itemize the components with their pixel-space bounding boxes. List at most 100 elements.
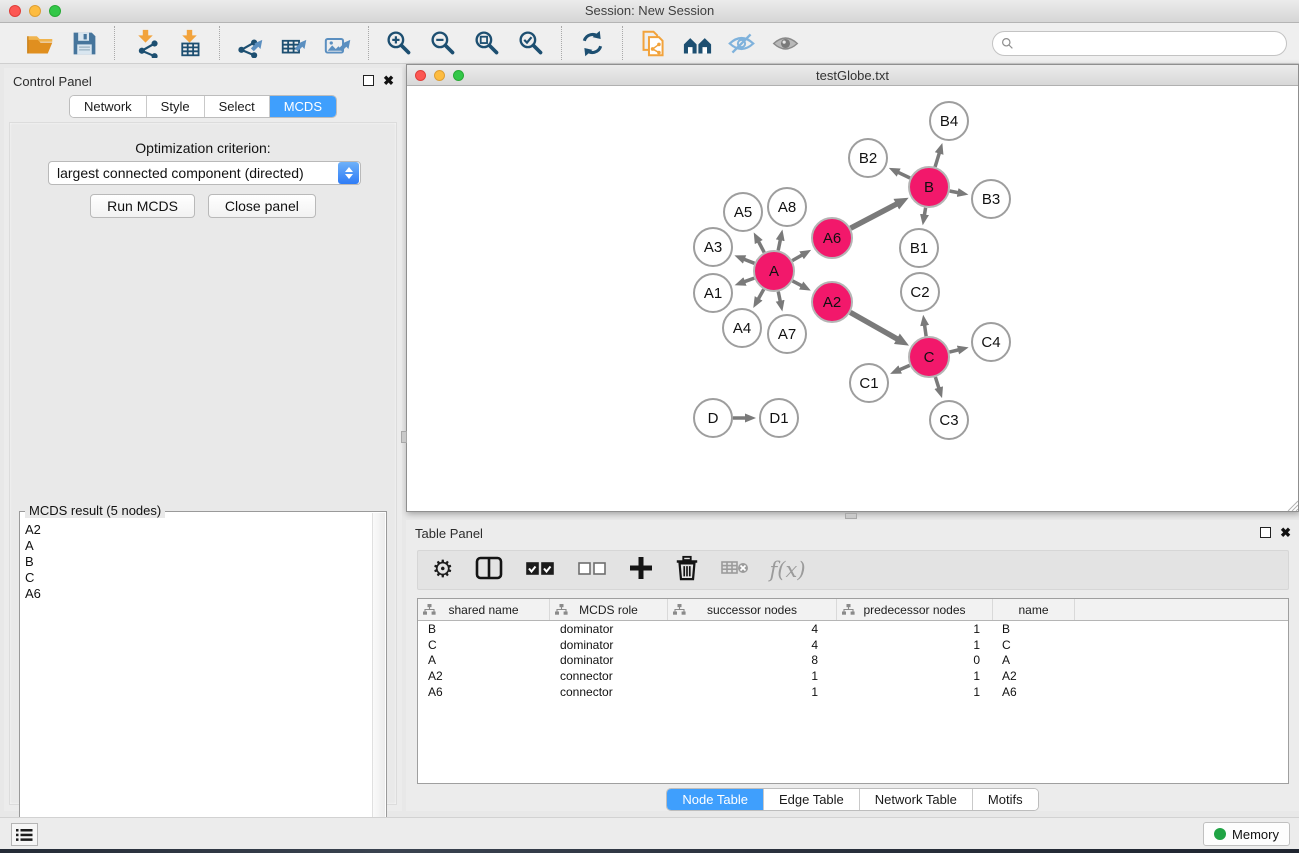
houses-button[interactable]: [679, 26, 715, 60]
node-B1[interactable]: B1: [900, 229, 938, 267]
import-network-button[interactable]: [127, 26, 163, 60]
close-table-panel-icon[interactable]: ✖: [1280, 527, 1291, 538]
edge-B-B2[interactable]: [898, 172, 910, 178]
close-window-button[interactable]: [9, 5, 21, 17]
edge-A-A7[interactable]: [778, 292, 780, 302]
edge-A-A2[interactable]: [793, 281, 802, 286]
save-session-button[interactable]: [66, 26, 102, 60]
tab-node-table[interactable]: Node Table: [667, 789, 764, 810]
tab-network-table[interactable]: Network Table: [860, 789, 973, 810]
tab-motifs[interactable]: Motifs: [973, 789, 1038, 810]
node-B4[interactable]: B4: [930, 102, 968, 140]
node-A3[interactable]: A3: [694, 228, 732, 266]
node-B[interactable]: B: [909, 167, 949, 207]
splitter-grip-bottom[interactable]: [845, 513, 857, 519]
new-network-from-selection-button[interactable]: [635, 26, 671, 60]
tab-edge-table[interactable]: Edge Table: [764, 789, 860, 810]
show-all-button[interactable]: [767, 26, 803, 60]
node-D1[interactable]: D1: [760, 399, 798, 437]
network-canvas[interactable]: AA1A2A3A4A5A6A7A8BB1B2B3B4CC1C2C3C4DD1: [409, 87, 1296, 509]
edge-B-B4[interactable]: [935, 153, 939, 167]
export-network-button[interactable]: [232, 26, 268, 60]
node-C3[interactable]: C3: [930, 401, 968, 439]
node-A4[interactable]: A4: [723, 309, 761, 347]
column-header-predecessor-nodes[interactable]: predecessor nodes: [837, 599, 993, 620]
node-B2[interactable]: B2: [849, 139, 887, 177]
tab-mcds[interactable]: MCDS: [270, 96, 336, 117]
network-minimize-button[interactable]: [434, 70, 445, 81]
edge-A-A3[interactable]: [744, 259, 755, 263]
column-header-shared-name[interactable]: shared name: [418, 599, 550, 620]
node-A2[interactable]: A2: [812, 282, 852, 322]
open-session-button[interactable]: [22, 26, 58, 60]
column-header-name[interactable]: name: [993, 599, 1075, 620]
split-columns-button[interactable]: [474, 555, 504, 585]
close-panel-icon[interactable]: ✖: [383, 75, 394, 86]
tab-network[interactable]: Network: [70, 96, 147, 117]
run-mcds-button[interactable]: Run MCDS: [90, 194, 195, 218]
table-row[interactable]: Adominator80A: [418, 652, 1288, 668]
edge-C-C1[interactable]: [899, 365, 909, 370]
column-header-successor-nodes[interactable]: successor nodes: [668, 599, 837, 620]
node-A[interactable]: A: [754, 251, 794, 291]
node-C[interactable]: C: [909, 337, 949, 377]
select-all-checks-button[interactable]: [524, 555, 556, 585]
node-D[interactable]: D: [694, 399, 732, 437]
column-header-MCDS-role[interactable]: MCDS role: [550, 599, 668, 620]
edge-A6-B[interactable]: [851, 204, 898, 228]
edge-C-C2[interactable]: [925, 325, 927, 337]
edge-A-A1[interactable]: [744, 278, 754, 282]
tab-style[interactable]: Style: [147, 96, 205, 117]
zoom-in-button[interactable]: [381, 26, 417, 60]
zoom-out-button[interactable]: [425, 26, 461, 60]
node-A8[interactable]: A8: [768, 188, 806, 226]
zoom-fit-button[interactable]: [469, 26, 505, 60]
zoom-selected-button[interactable]: [513, 26, 549, 60]
node-A1[interactable]: A1: [694, 274, 732, 312]
delete-column-button[interactable]: [674, 555, 700, 585]
edge-C-C4[interactable]: [949, 350, 959, 352]
node-A5[interactable]: A5: [724, 193, 762, 231]
hide-selected-button[interactable]: [723, 26, 759, 60]
import-table-button[interactable]: [171, 26, 207, 60]
edge-A2-C[interactable]: [850, 312, 897, 339]
network-zoom-button[interactable]: [453, 70, 464, 81]
edge-C-C3[interactable]: [935, 377, 939, 389]
node-A7[interactable]: A7: [768, 315, 806, 353]
edge-A-A4[interactable]: [758, 289, 764, 299]
deselect-all-checks-button[interactable]: [576, 555, 608, 585]
minimize-window-button[interactable]: [29, 5, 41, 17]
splitter-grip-left[interactable]: [401, 431, 407, 443]
float-panel-icon[interactable]: [363, 75, 374, 86]
show-panels-button[interactable]: [11, 823, 38, 846]
table-row[interactable]: A2connector11A2: [418, 668, 1288, 684]
settings-button[interactable]: ⚙: [432, 555, 454, 585]
edge-A-A8[interactable]: [778, 239, 780, 250]
add-column-button[interactable]: [628, 555, 654, 585]
close-panel-button[interactable]: Close panel: [208, 194, 316, 218]
zoom-window-button[interactable]: [49, 5, 61, 17]
result-scrollbar[interactable]: [372, 513, 385, 851]
network-window-titlebar[interactable]: testGlobe.txt: [407, 65, 1298, 86]
node-A6[interactable]: A6: [812, 218, 852, 258]
node-C2[interactable]: C2: [901, 273, 939, 311]
refresh-layout-button[interactable]: [574, 26, 610, 60]
window-resize-handle[interactable]: [1285, 498, 1298, 511]
edge-B-B1[interactable]: [924, 208, 925, 216]
memory-button[interactable]: Memory: [1203, 822, 1290, 846]
node-C1[interactable]: C1: [850, 364, 888, 402]
float-table-panel-icon[interactable]: [1260, 527, 1271, 538]
export-table-button[interactable]: [276, 26, 312, 60]
search-input[interactable]: [992, 31, 1287, 56]
export-image-button[interactable]: [320, 26, 356, 60]
table-row[interactable]: Bdominator41B: [418, 621, 1288, 637]
tab-select[interactable]: Select: [205, 96, 270, 117]
edge-A-A5[interactable]: [758, 241, 764, 252]
network-close-button[interactable]: [415, 70, 426, 81]
node-C4[interactable]: C4: [972, 323, 1010, 361]
table-row[interactable]: Cdominator41C: [418, 637, 1288, 653]
edge-A-A6[interactable]: [792, 255, 802, 261]
edge-B-B3[interactable]: [950, 191, 959, 193]
optimization-criterion-select[interactable]: largest connected component (directed): [48, 161, 361, 185]
table-row[interactable]: A6connector11A6: [418, 684, 1288, 700]
